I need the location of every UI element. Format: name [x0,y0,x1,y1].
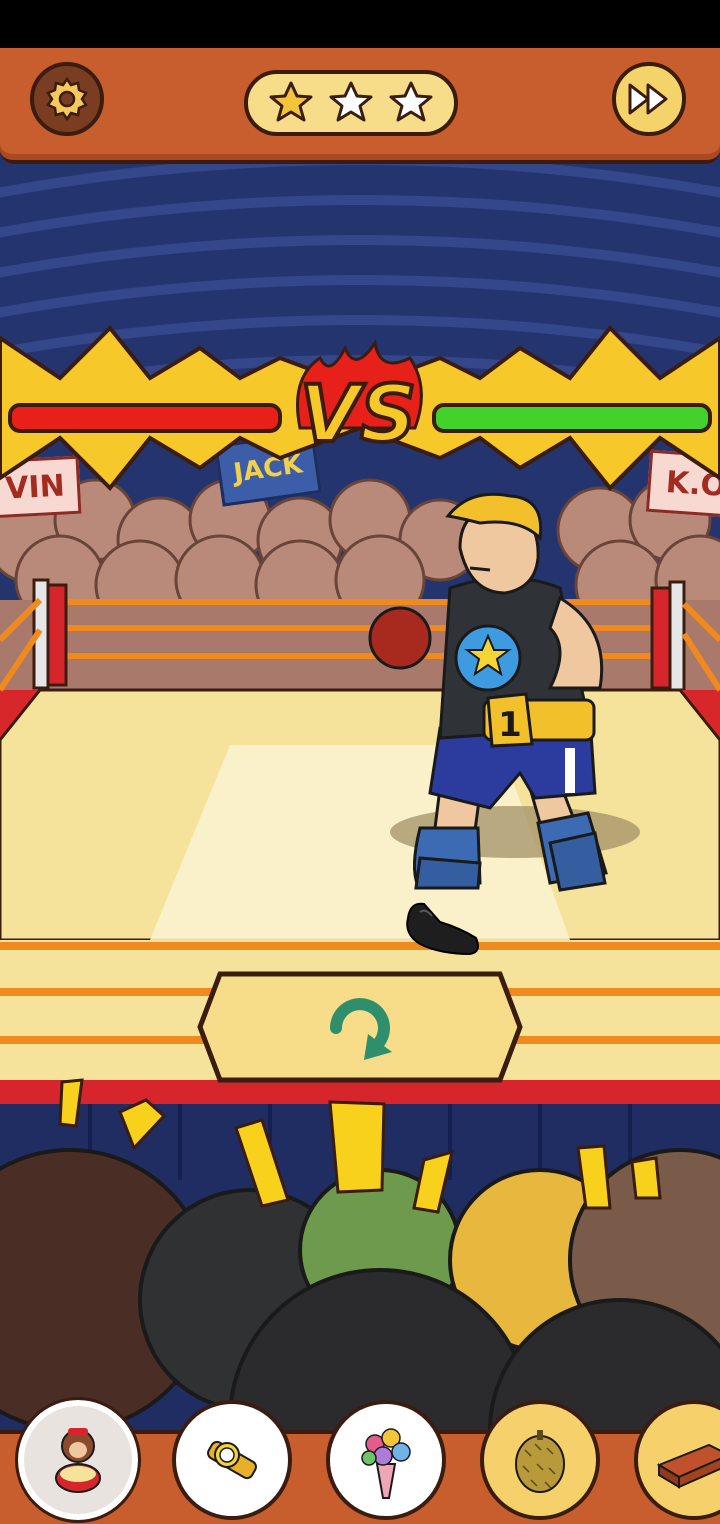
stars-rating [269,81,433,122]
game-arena: VIN JACK K.O VS 1 [0,48,720,1520]
level-stars [244,70,458,136]
boxer-character[interactable]: 1 [360,488,660,908]
restart-button[interactable] [196,968,524,1086]
watch-icon [207,1440,257,1480]
durian-icon [515,1430,565,1493]
star-1-icon [269,81,313,122]
skip-button[interactable] [612,62,686,136]
fast-forward-icon [628,83,668,115]
item-slot-flower-bouquet[interactable] [326,1400,446,1520]
left-health-bar [8,403,282,433]
right-health-bar [432,403,712,433]
brick-icon [656,1443,720,1489]
star-2-icon [329,81,373,122]
item-slot-monkey-toy[interactable] [15,1397,141,1523]
star-3-icon [389,81,433,122]
gear-icon [46,76,88,122]
item-slot-wristwatch[interactable] [172,1400,292,1520]
item-slot-durian[interactable] [480,1400,600,1520]
versus-banner: VS [0,325,720,491]
shoe-item[interactable] [400,898,484,958]
bouquet-icon [361,1428,411,1499]
monkey-drum-icon [55,1428,101,1493]
settings-button[interactable] [30,62,104,136]
status-bar [0,0,720,48]
vs-label: VS [300,370,417,460]
belt-number: 1 [498,705,522,745]
